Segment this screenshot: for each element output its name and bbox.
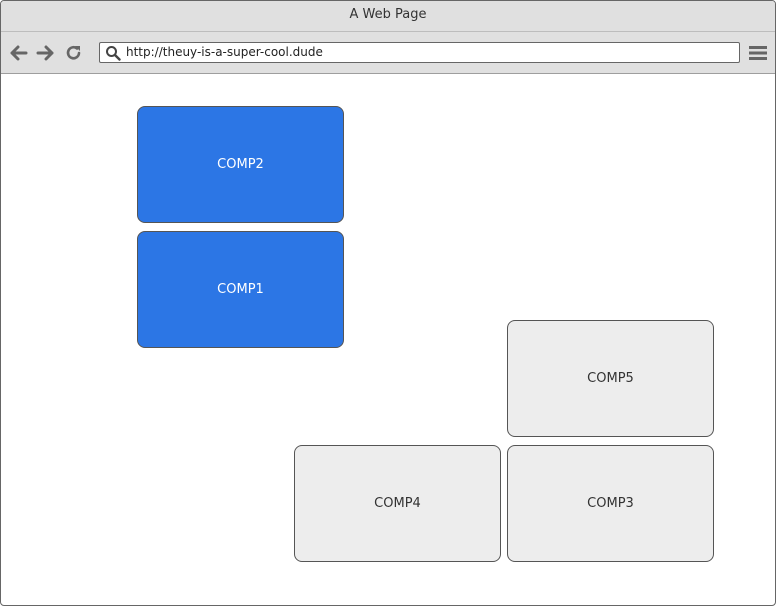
comp2-label: COMP2 bbox=[217, 157, 264, 172]
comp1-block[interactable]: COMP1 bbox=[137, 231, 344, 348]
comp1-label: COMP1 bbox=[217, 282, 264, 297]
comp3-label: COMP3 bbox=[587, 496, 634, 511]
comp4-label: COMP4 bbox=[374, 496, 421, 511]
arrow-left-icon[interactable] bbox=[9, 44, 29, 62]
url-text: http://theuy-is-a-super-cool.dude bbox=[126, 45, 323, 59]
search-icon bbox=[105, 45, 121, 61]
comp5-label: COMP5 bbox=[587, 371, 634, 386]
comp3-block[interactable]: COMP3 bbox=[507, 445, 714, 562]
comp5-block[interactable]: COMP5 bbox=[507, 320, 714, 437]
arrow-right-icon[interactable] bbox=[35, 44, 55, 62]
hamburger-menu-icon[interactable] bbox=[749, 44, 767, 62]
comp4-block[interactable]: COMP4 bbox=[294, 445, 501, 562]
reload-icon[interactable] bbox=[64, 44, 84, 62]
window-title: A Web Page bbox=[1, 1, 775, 32]
browser-window: A Web Page http://theuy-is-a-super-cool.… bbox=[0, 0, 776, 606]
comp2-block[interactable]: COMP2 bbox=[137, 106, 344, 223]
browser-toolbar: http://theuy-is-a-super-cool.dude bbox=[1, 32, 775, 74]
address-bar[interactable]: http://theuy-is-a-super-cool.dude bbox=[99, 42, 740, 63]
